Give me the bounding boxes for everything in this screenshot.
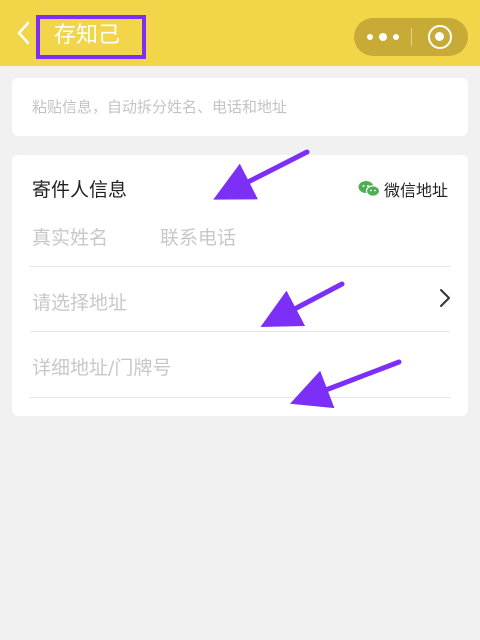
annotation-arrows xyxy=(213,149,402,409)
arrow-icon xyxy=(260,281,345,327)
arrow-icon xyxy=(289,359,402,409)
arrow-icon xyxy=(213,149,310,200)
